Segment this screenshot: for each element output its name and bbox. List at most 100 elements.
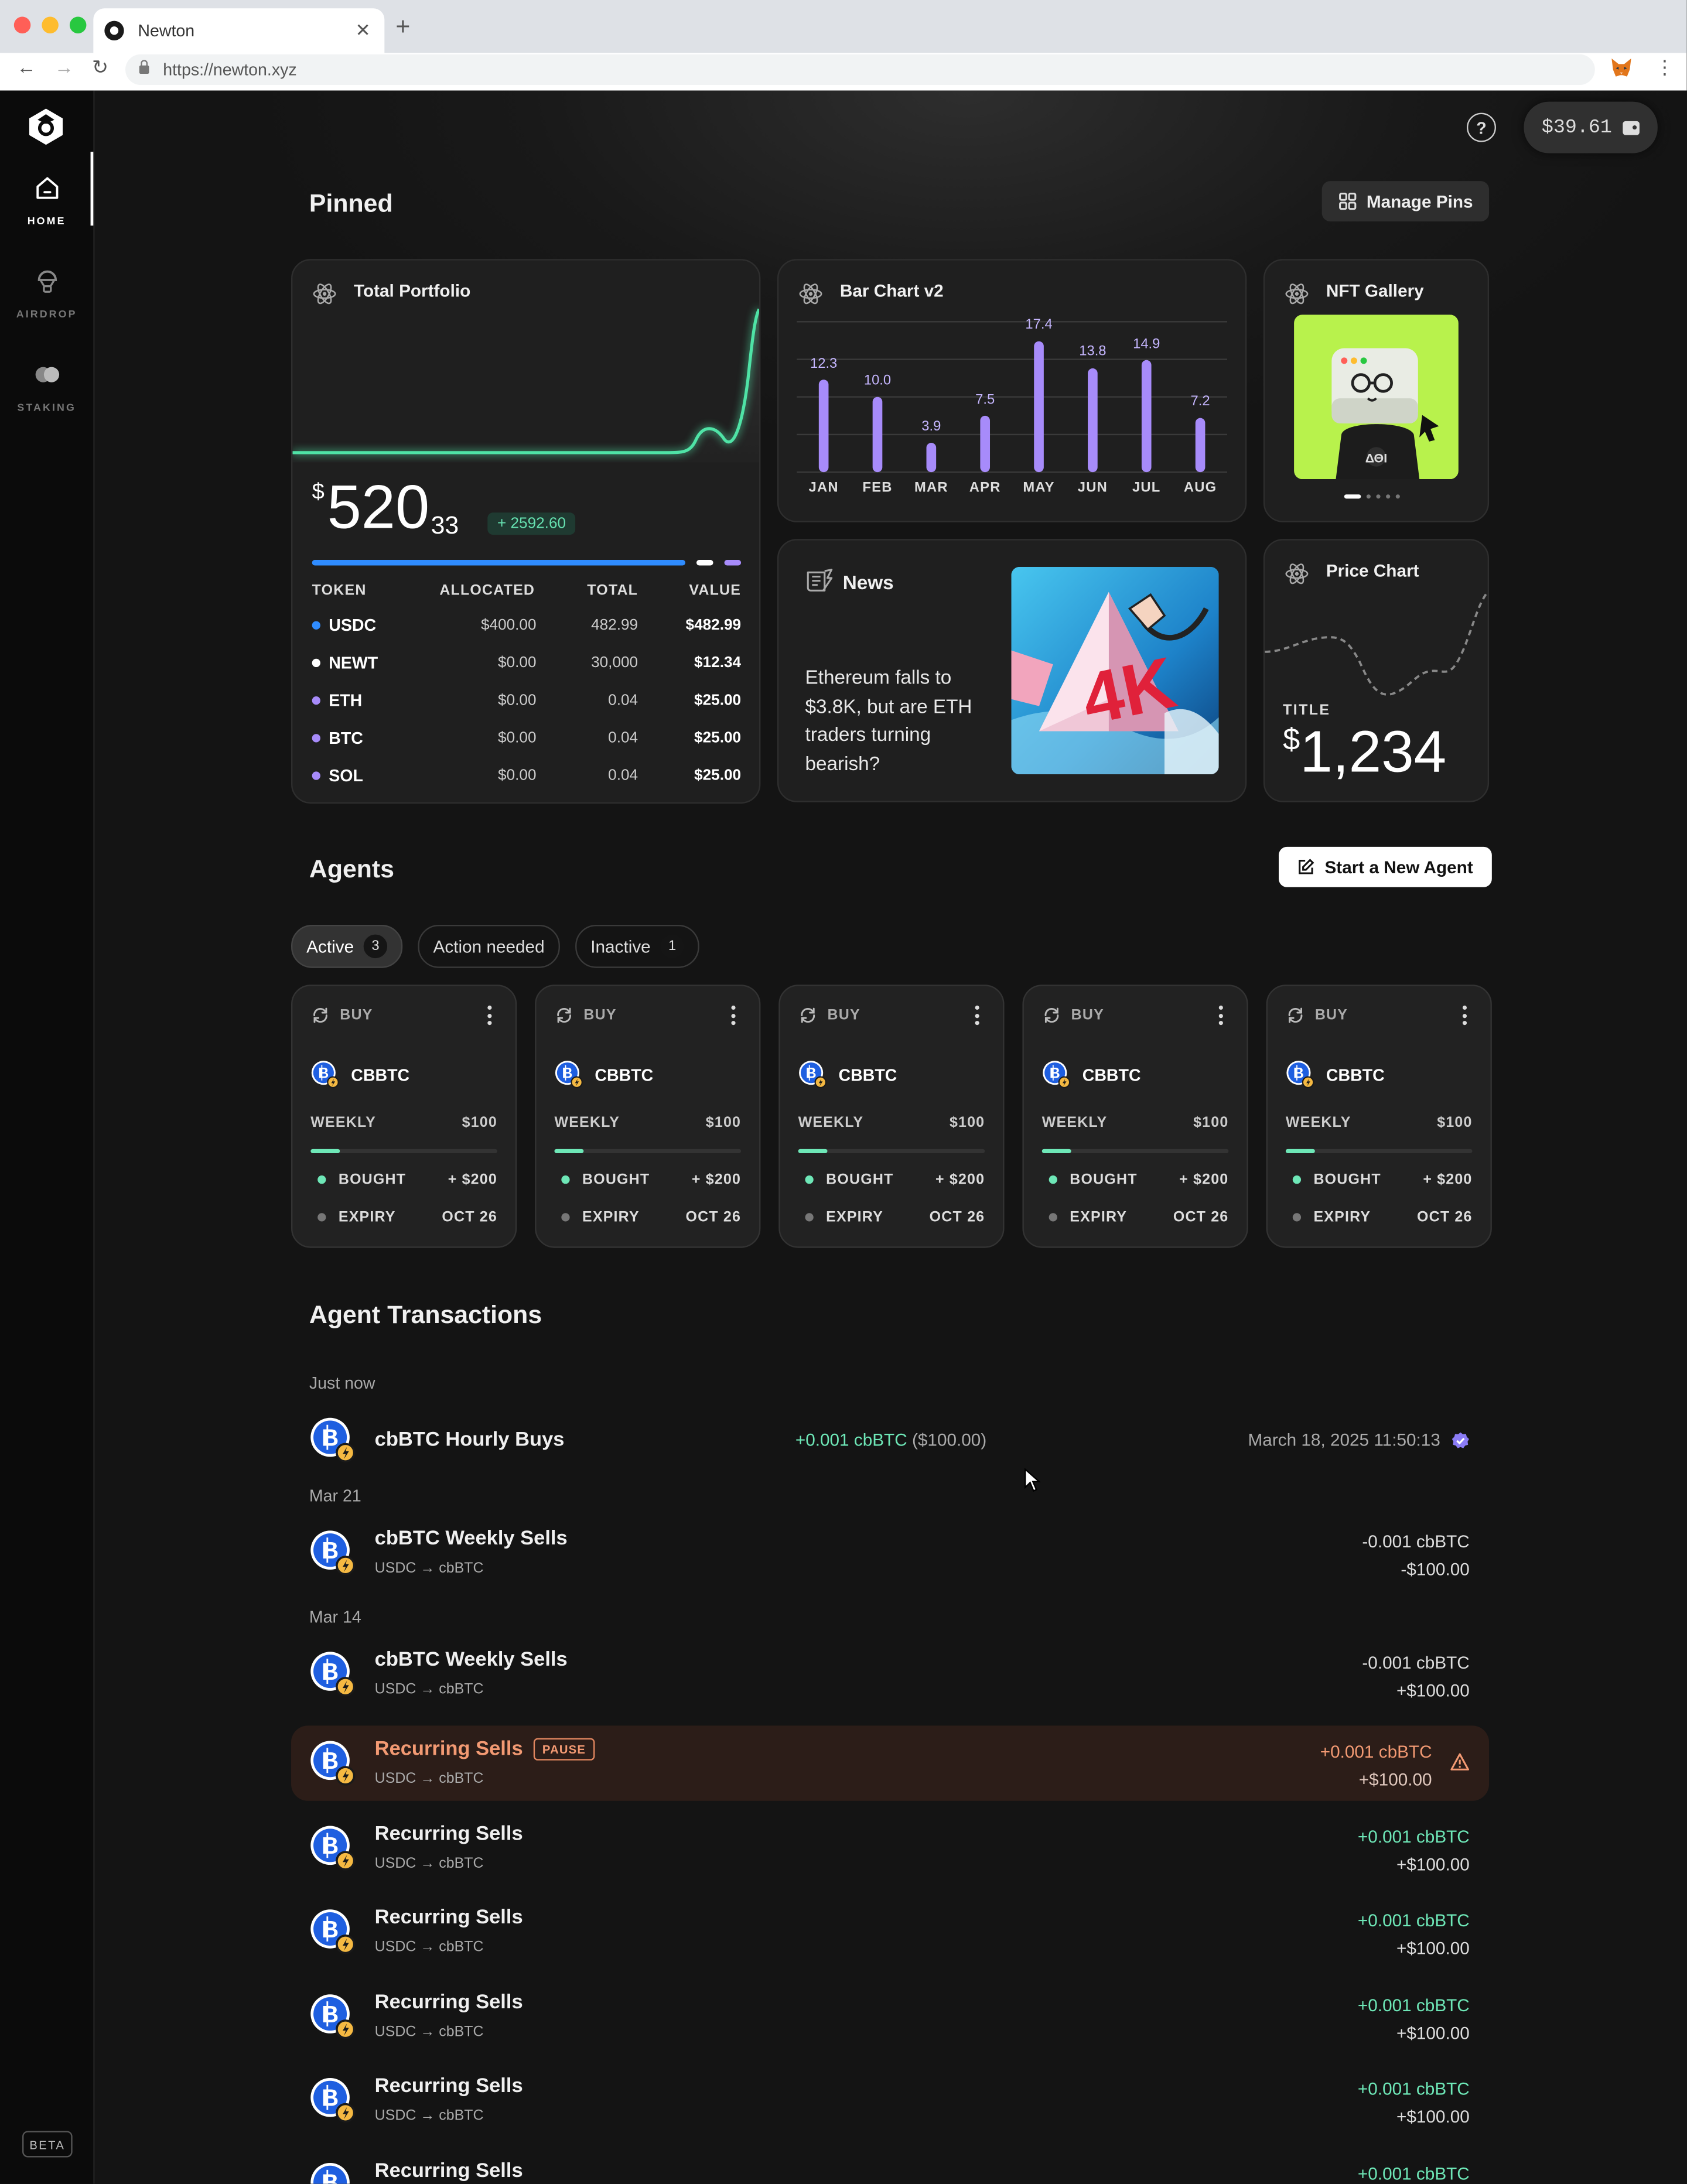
transaction-row[interactable]: cbBTC Weekly Sells USDC → cbBTC -0.001 c… xyxy=(291,1515,1489,1590)
portfolio-card[interactable]: Total Portfolio $ 520 33 + 2592.60 TOKEN… xyxy=(291,259,761,804)
agent-token-label: CBBTC xyxy=(838,1064,897,1085)
bar-jun[interactable] xyxy=(1088,368,1098,473)
agent-card[interactable]: BUY CBBTC WEEKLY $100 BOUGHT + $200 EXPIRY… xyxy=(778,985,1005,1248)
transaction-route: USDC → cbBTC xyxy=(374,1770,484,1787)
tab-count: 1 xyxy=(660,934,684,959)
gallery-dot[interactable] xyxy=(1386,494,1391,499)
agent-type: BUY xyxy=(310,1006,373,1025)
agent-amount: $100 xyxy=(949,1114,985,1131)
close-tab-icon[interactable]: ✕ xyxy=(356,19,371,42)
news-card[interactable]: News Ethereum falls to $3.8K, but are ET… xyxy=(777,539,1247,802)
gallery-dot[interactable] xyxy=(1395,494,1400,499)
transaction-amount-token: +0.001 cbBTC xyxy=(795,1430,907,1450)
nft-gallery-card[interactable]: NFT Gallery ΔΘΙ xyxy=(1263,259,1490,522)
forward-icon[interactable]: → xyxy=(54,56,74,78)
bar-aug[interactable] xyxy=(1195,418,1206,473)
transaction-name-text: Recurring Sells xyxy=(374,1738,523,1761)
transaction-row[interactable]: cbBTC Weekly Sells USDC → cbBTC -0.001 c… xyxy=(291,1636,1489,1711)
portfolio-row-usdc[interactable]: USDC $400.00 482.99 $482.99 xyxy=(312,616,741,652)
bar-may[interactable] xyxy=(1034,341,1044,473)
close-window-button[interactable] xyxy=(13,16,31,34)
transaction-row[interactable]: Recurring Sells USDC → cbBTC +0.001 cbBT… xyxy=(291,2063,1489,2138)
bar-mar[interactable] xyxy=(926,443,937,473)
bar-jul[interactable] xyxy=(1141,360,1152,473)
back-icon[interactable]: ← xyxy=(17,56,36,78)
bar-jan[interactable] xyxy=(818,380,829,473)
transaction-name-text: Recurring Sells xyxy=(374,1906,523,1929)
portfolio-row-sol[interactable]: SOL $0.00 0.04 $25.00 xyxy=(312,766,741,802)
agent-frequency-row: WEEKLY $100 xyxy=(798,1114,985,1131)
gallery-dot[interactable] xyxy=(1376,494,1381,499)
minimize-window-button[interactable] xyxy=(42,16,59,34)
metamask-extension-icon[interactable] xyxy=(1610,57,1633,79)
agent-menu-icon[interactable] xyxy=(487,1005,492,1026)
manage-pins-button[interactable]: Manage Pins xyxy=(1321,181,1490,222)
portfolio-row-btc[interactable]: BTC $0.00 0.04 $25.00 xyxy=(312,729,741,765)
newton-logo-icon[interactable] xyxy=(28,107,64,146)
agent-progress-bar xyxy=(798,1149,985,1153)
transaction-row[interactable]: Recurring Sells +0.001 cbBTC xyxy=(291,2148,1489,2184)
status-dot-green xyxy=(1292,1175,1302,1184)
status-dot-green xyxy=(1049,1175,1057,1184)
portfolio-row-eth[interactable]: ETH $0.00 0.04 $25.00 xyxy=(312,691,741,727)
total-cell: 0.04 xyxy=(608,767,638,784)
wallet-button[interactable]: $39.61 xyxy=(1524,101,1658,153)
agent-amount: $100 xyxy=(1193,1114,1229,1131)
bought-value: + $200 xyxy=(691,1171,742,1188)
bar-apr[interactable] xyxy=(980,415,991,473)
cbbtc-coin-icon xyxy=(310,1060,340,1089)
agent-amount: $100 xyxy=(1437,1114,1473,1131)
gallery-dot[interactable] xyxy=(1366,494,1371,499)
start-new-agent-button[interactable]: Start a New Agent xyxy=(1279,846,1491,887)
transaction-row[interactable]: Recurring Sells USDC → cbBTC +0.001 cbBT… xyxy=(291,1894,1489,1969)
address-bar[interactable]: https://newton.xyz xyxy=(125,54,1595,86)
portfolio-sparkline xyxy=(292,308,760,463)
gallery-pagination[interactable] xyxy=(1344,494,1400,499)
agent-card[interactable]: BUY CBBTC WEEKLY $100 BOUGHT + $200 EXPIRY… xyxy=(291,985,517,1248)
reload-icon[interactable]: ↻ xyxy=(92,56,108,79)
transaction-row[interactable]: Recurring Sells PAUSE USDC → cbBTC +0.001… xyxy=(291,1725,1490,1801)
agent-type-label: BUY xyxy=(1314,1007,1348,1024)
tab-action-needed[interactable]: Action needed xyxy=(418,924,560,968)
price-chart-card[interactable]: Price Chart TITLE $ 1,234 xyxy=(1263,539,1490,802)
agent-card[interactable]: BUY CBBTC WEEKLY $100 BOUGHT + $200 EXPIRY… xyxy=(1022,985,1248,1248)
agent-menu-icon[interactable] xyxy=(1462,1005,1467,1026)
agent-menu-icon[interactable] xyxy=(1218,1005,1223,1026)
sidebar-item-home[interactable]: HOME xyxy=(0,152,94,227)
sidebar-item-label: AIRDROP xyxy=(16,307,77,320)
grid-icon xyxy=(1339,192,1357,210)
transaction-row-latest[interactable]: cbBTC Hourly Buys +0.001 cbBTC ($100.00)… xyxy=(291,1403,1489,1478)
agent-card[interactable]: BUY CBBTC WEEKLY $100 BOUGHT + $200 EXPIRY… xyxy=(535,985,761,1248)
portfolio-total: $ 520 33 xyxy=(312,477,459,541)
bought-value: + $200 xyxy=(448,1171,497,1188)
transaction-row[interactable]: Recurring Sells USDC → cbBTC +0.001 cbBT… xyxy=(291,1810,1489,1885)
browser-tab[interactable]: Newton ✕ xyxy=(93,8,385,53)
cbbtc-coin-icon xyxy=(798,1060,828,1089)
bar-chart xyxy=(797,321,1228,473)
new-tab-button[interactable]: + xyxy=(395,12,410,42)
agent-card[interactable]: BUY CBBTC WEEKLY $100 BOUGHT + $200 EXPIRY… xyxy=(1266,985,1492,1248)
sidebar-item-airdrop[interactable]: AIRDROP xyxy=(0,268,93,320)
tab-active[interactable]: Active 3 xyxy=(291,924,403,968)
maximize-window-button[interactable] xyxy=(69,16,87,34)
tab-inactive[interactable]: Inactive 1 xyxy=(575,924,699,968)
bought-label: BOUGHT xyxy=(1313,1171,1381,1188)
transaction-row[interactable]: Recurring Sells USDC → cbBTC +0.001 cbBT… xyxy=(291,1979,1489,2054)
bar-chart-card[interactable]: Bar Chart v2 12.3 JAN 10.0 FEB 3.9 MAR 7.5 APR 1… xyxy=(777,259,1247,522)
news-headline[interactable]: Ethereum falls to $3.8K, but are ETH tra… xyxy=(805,663,1000,777)
sidebar: HOME AIRDROP STAKING BETA xyxy=(0,90,95,2184)
agent-menu-icon[interactable] xyxy=(975,1005,979,1026)
agent-frequency: WEEKLY xyxy=(310,1114,376,1131)
bar-feb[interactable] xyxy=(872,397,883,473)
gallery-dot-active[interactable] xyxy=(1344,494,1361,499)
agent-menu-icon[interactable] xyxy=(731,1005,736,1026)
warning-icon[interactable] xyxy=(1450,1752,1469,1772)
sidebar-item-staking[interactable]: STAKING xyxy=(0,361,93,413)
portfolio-row-newt[interactable]: NEWT $0.00 30,000 $12.34 xyxy=(312,653,741,689)
token-symbol: NEWT xyxy=(329,653,378,673)
expiry-value: OCT 26 xyxy=(1416,1209,1473,1226)
news-image[interactable]: 4K xyxy=(1011,566,1219,775)
browser-menu-icon[interactable]: ⋮ xyxy=(1655,56,1674,79)
help-icon[interactable]: ? xyxy=(1467,112,1496,142)
nft-image[interactable]: ΔΘΙ xyxy=(1294,315,1459,480)
